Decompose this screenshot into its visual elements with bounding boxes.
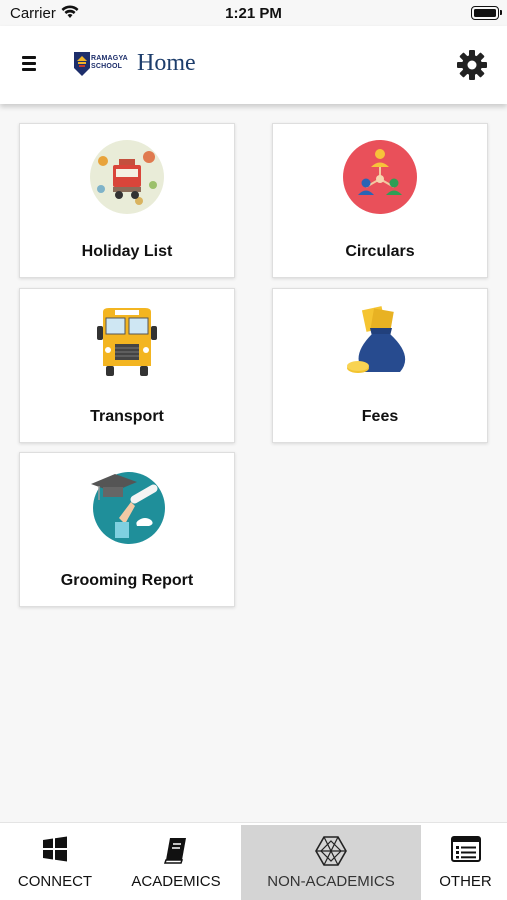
tab-label: ACADEMICS [131,873,221,890]
network-people-icon [343,140,417,214]
windows-icon [43,836,67,862]
hexagon-icon [315,836,347,866]
card-label: Grooming Report [60,572,194,589]
list-window-icon [450,836,481,862]
grooming-report-card[interactable]: Grooming Report [19,452,235,607]
graduation-cap-icon [91,472,165,544]
circulars-card[interactable]: Circulars [272,123,488,278]
battery-icon [471,6,502,20]
fees-card[interactable]: Fees [272,288,488,443]
school-logo: RAMAGYA SCHOOL [74,52,128,76]
card-label: Transport [90,408,164,425]
bottom-tab-bar: CONNECT ACADEMICS NON-ACADEMICS OTHER [0,822,507,900]
hamburger-menu-icon[interactable] [22,56,42,74]
holiday-truck-icon [90,140,164,214]
book-icon [163,838,186,864]
tab-connect[interactable]: CONNECT [0,823,110,900]
tab-label: OTHER [439,873,492,890]
tab-label: NON-ACADEMICS [267,873,395,890]
tab-academics[interactable]: ACADEMICS [118,823,234,900]
school-bus-icon [97,308,157,376]
status-bar: Carrier 1:21 PM [0,0,507,26]
card-label: Circulars [345,243,415,260]
holiday-list-card[interactable]: Holiday List [19,123,235,278]
logo-wordmark: RAMAGYA SCHOOL [91,55,128,70]
app-header: RAMAGYA SCHOOL Home [0,26,507,104]
card-label: Holiday List [81,243,173,260]
tab-other[interactable]: OTHER [424,823,507,900]
money-bag-icon [347,306,406,373]
tab-non-academics[interactable]: NON-ACADEMICS [241,825,421,900]
clock: 1:21 PM [225,5,282,22]
transport-card[interactable]: Transport [19,288,235,443]
card-label: Fees [361,408,399,425]
shield-icon [74,52,90,76]
gear-icon[interactable] [455,48,489,82]
tab-label: CONNECT [17,873,93,890]
page-title: Home [137,50,196,76]
